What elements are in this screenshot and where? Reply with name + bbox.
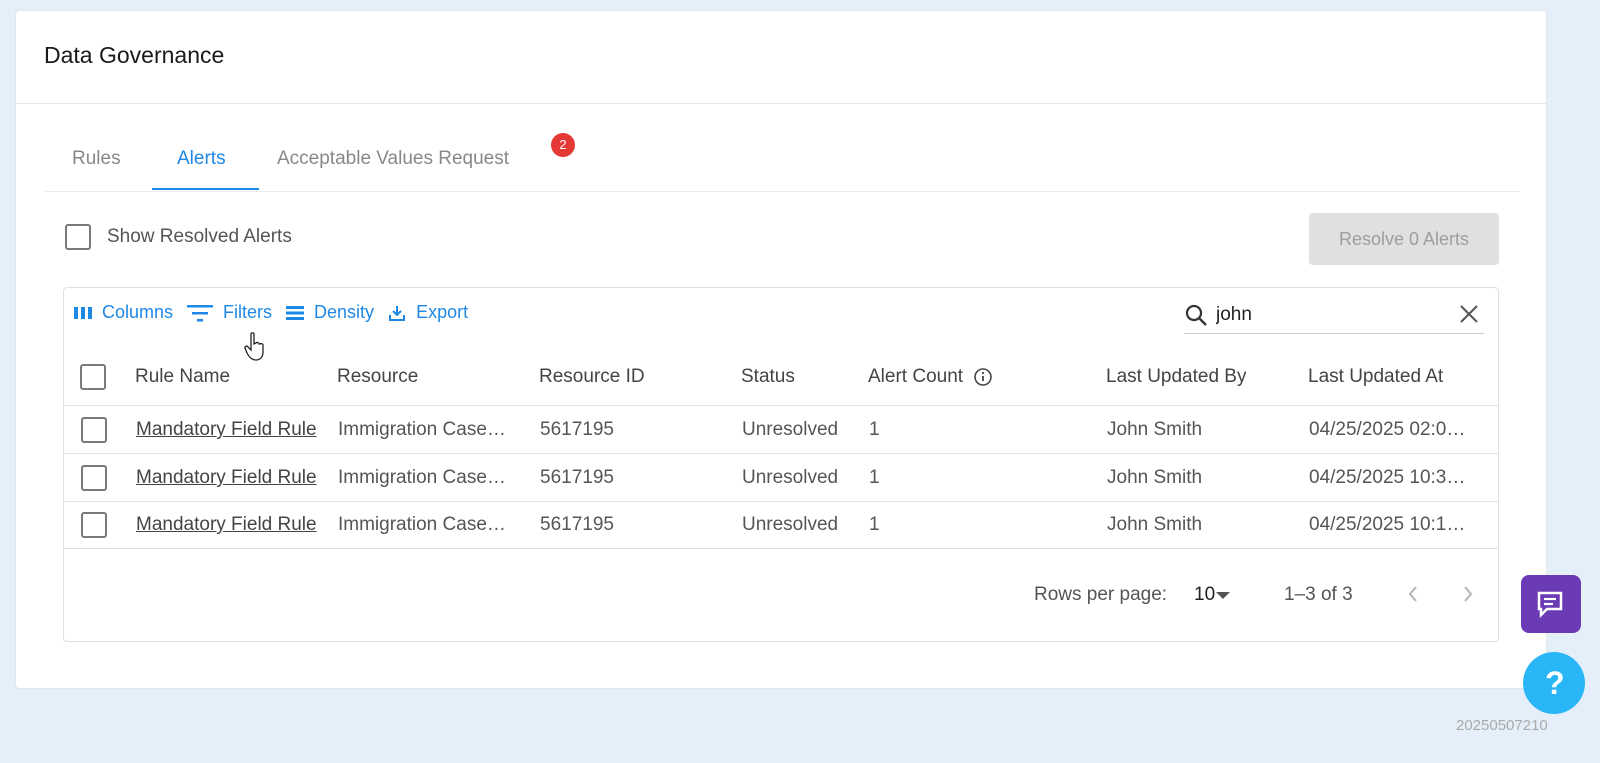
chevron-right-icon[interactable] <box>1460 582 1476 606</box>
help-icon: ? <box>1545 664 1565 701</box>
rule-name-cell: Mandatory Field Rule <box>136 455 326 501</box>
tab-rules[interactable]: Rules <box>72 126 121 191</box>
header-resource[interactable]: Resource <box>337 348 418 405</box>
resource-cell: Immigration Case… <box>338 467 506 488</box>
clear-search-icon[interactable] <box>1458 303 1480 325</box>
rule-name-cell: Mandatory Field Rule <box>136 502 326 548</box>
last-updated-by-cell: John Smith <box>1107 419 1203 440</box>
rule-name-link[interactable]: Mandatory Field Rule <box>136 514 317 536</box>
export-button[interactable]: Export <box>388 302 468 323</box>
alert-count-cell: 1 <box>869 514 880 535</box>
chevron-left-icon[interactable] <box>1405 582 1421 606</box>
last-updated-by-cell: John Smith <box>1107 467 1203 488</box>
rule-name-cell: Mandatory Field Rule <box>136 407 326 453</box>
filters-label: Filters <box>223 302 273 322</box>
show-resolved-control: Show Resolved Alerts <box>65 224 292 250</box>
status-cell: Unresolved <box>742 514 839 535</box>
export-label: Export <box>416 302 469 322</box>
filter-icon <box>187 304 214 321</box>
last-updated-at-cell: 04/25/2025 02:0… <box>1309 419 1466 440</box>
caret-down-icon[interactable] <box>1216 592 1230 600</box>
header-status[interactable]: Status <box>741 348 795 405</box>
header-rule-name[interactable]: Rule Name <box>135 348 230 405</box>
row-select-cell <box>81 502 107 548</box>
resource-id-cell: 5617195 <box>540 467 614 488</box>
density-label: Density <box>314 302 375 322</box>
tab-alerts[interactable]: Alerts <box>177 126 226 191</box>
build-version: 20250507210 <box>1456 717 1548 734</box>
columns-icon <box>74 306 92 319</box>
active-tab-indicator <box>152 188 259 190</box>
chat-icon <box>1537 591 1563 619</box>
alert-count-cell: 1 <box>869 467 880 488</box>
tab-acceptable-values-label: Acceptable Values Request <box>277 148 510 169</box>
table-row[interactable]: Mandatory Field Rule Immigration Case… 5… <box>64 407 1498 454</box>
search-icon <box>1185 304 1207 326</box>
header-last-updated-at[interactable]: Last Updated At <box>1308 348 1443 405</box>
pointer-cursor-icon <box>244 332 264 361</box>
row-select-cell <box>81 407 107 453</box>
tab-acceptable-values-request[interactable]: Acceptable Values Request <box>277 126 509 191</box>
density-icon <box>286 305 305 320</box>
chat-button[interactable] <box>1521 575 1581 633</box>
search-input[interactable] <box>1216 303 1446 326</box>
select-all-checkbox[interactable] <box>80 363 106 390</box>
resource-cell: Immigration Case… <box>338 514 506 535</box>
resource-cell: Immigration Case… <box>338 419 506 440</box>
row-select-cell <box>81 455 107 501</box>
columns-button[interactable]: Columns <box>74 302 173 323</box>
header-resource-id[interactable]: Resource ID <box>539 348 645 405</box>
density-button[interactable]: Density <box>286 302 374 323</box>
resolve-alerts-button[interactable]: Resolve 0 Alerts <box>1309 213 1499 265</box>
grid-toolbar: Columns Filters Density Export <box>74 302 482 323</box>
table-row[interactable]: Mandatory Field Rule Immigration Case… 5… <box>64 455 1498 502</box>
row-checkbox[interactable] <box>81 512 107 538</box>
status-cell: Unresolved <box>742 419 839 440</box>
resource-id-cell: 5617195 <box>540 514 614 535</box>
header-last-updated-by[interactable]: Last Updated By <box>1106 348 1246 405</box>
resource-id-cell: 5617195 <box>540 419 614 440</box>
header-alert-count-label: Alert Count <box>868 365 964 387</box>
header-alert-count[interactable]: Alert Count <box>868 348 993 405</box>
pagination-bar: Rows per page: 10 1–3 of 3 <box>64 578 1498 618</box>
alerts-grid: Columns Filters Density Export john Rule… <box>63 287 1499 642</box>
last-updated-by-cell: John Smith <box>1107 514 1203 535</box>
rows-per-page-select[interactable]: 10 <box>1194 584 1215 606</box>
row-checkbox[interactable] <box>81 465 107 491</box>
show-resolved-label: Show Resolved Alerts <box>107 226 292 247</box>
status-cell: Unresolved <box>742 467 839 488</box>
pagination-range: 1–3 of 3 <box>1284 584 1353 605</box>
select-all-cell <box>80 348 106 405</box>
search-box <box>1184 296 1484 334</box>
header-divider <box>16 103 1546 104</box>
rule-name-link[interactable]: Mandatory Field Rule <box>136 419 317 441</box>
filters-button[interactable]: Filters <box>187 302 272 323</box>
columns-label: Columns <box>102 302 174 322</box>
download-icon <box>389 305 406 321</box>
show-resolved-checkbox[interactable] <box>65 224 91 250</box>
help-button[interactable]: ? <box>1523 652 1585 714</box>
page-title: Data Governance <box>44 42 225 68</box>
info-icon[interactable] <box>973 367 993 387</box>
table-header-row: Rule Name Resource Resource ID Status Al… <box>64 348 1498 406</box>
last-updated-at-cell: 04/25/2025 10:3… <box>1309 467 1466 488</box>
tab-bar: Rules Alerts Acceptable Values Request 2 <box>45 126 1520 192</box>
last-updated-at-cell: 04/25/2025 10:1… <box>1309 514 1466 535</box>
notification-badge: 2 <box>551 133 575 157</box>
rule-name-link[interactable]: Mandatory Field Rule <box>136 467 317 489</box>
rows-per-page-label: Rows per page: <box>1034 584 1168 605</box>
table-row[interactable]: Mandatory Field Rule Immigration Case… 5… <box>64 502 1498 549</box>
row-checkbox[interactable] <box>81 417 107 443</box>
alert-count-cell: 1 <box>869 419 880 440</box>
